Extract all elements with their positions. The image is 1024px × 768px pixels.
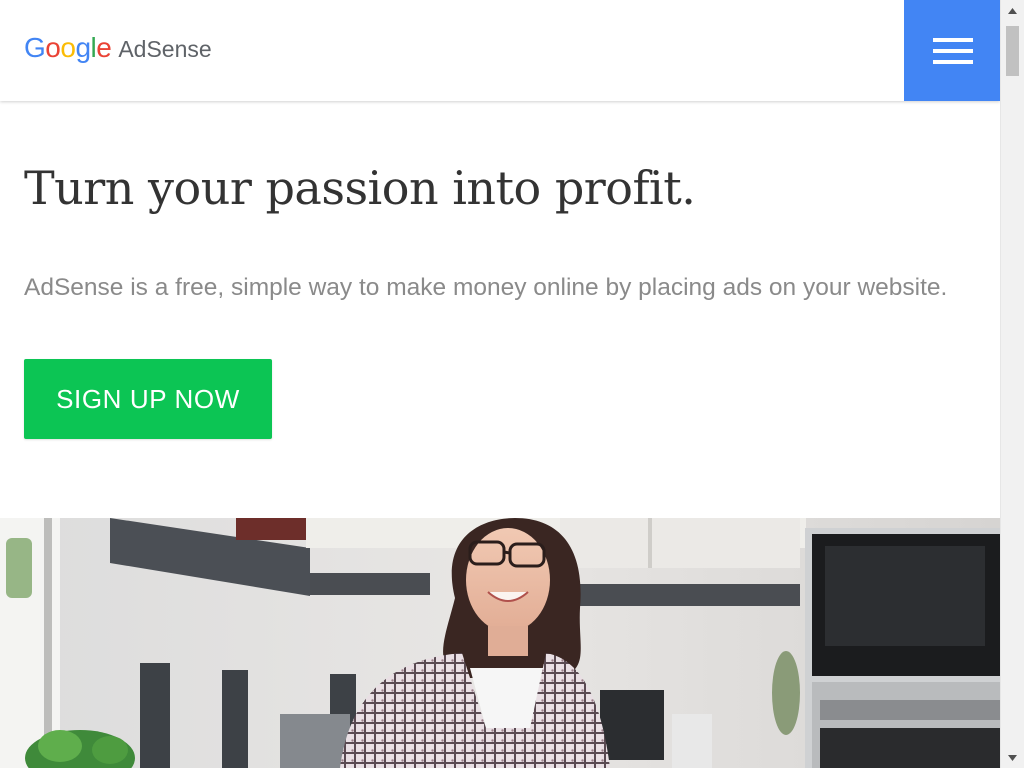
site-header: Google AdSense [0,0,1000,101]
logo-letter: G [24,32,46,63]
vertical-scrollbar[interactable] [1000,0,1024,768]
scroll-down-arrow-icon[interactable] [1001,749,1024,766]
logo-letter: e [96,32,112,63]
page-title: Turn your passion into profit. [24,161,696,215]
google-wordmark: Google [24,31,112,65]
hero-image [0,518,1000,768]
logo-letter: o [45,32,61,63]
logo-letter: g [75,32,91,63]
sign-up-button[interactable]: SIGN UP NOW [24,359,272,439]
scroll-up-arrow-icon[interactable] [1001,2,1024,19]
menu-button[interactable] [904,0,1000,101]
scroll-thumb[interactable] [1006,26,1019,76]
page: Google AdSense Turn your passion into pr… [0,0,1000,768]
hero-description: AdSense is a free, simple way to make mo… [24,274,948,301]
hamburger-menu-icon [933,38,973,64]
google-adsense-logo[interactable]: Google AdSense [24,31,212,66]
logo-letter: o [60,32,76,63]
product-name: AdSense [118,36,212,62]
